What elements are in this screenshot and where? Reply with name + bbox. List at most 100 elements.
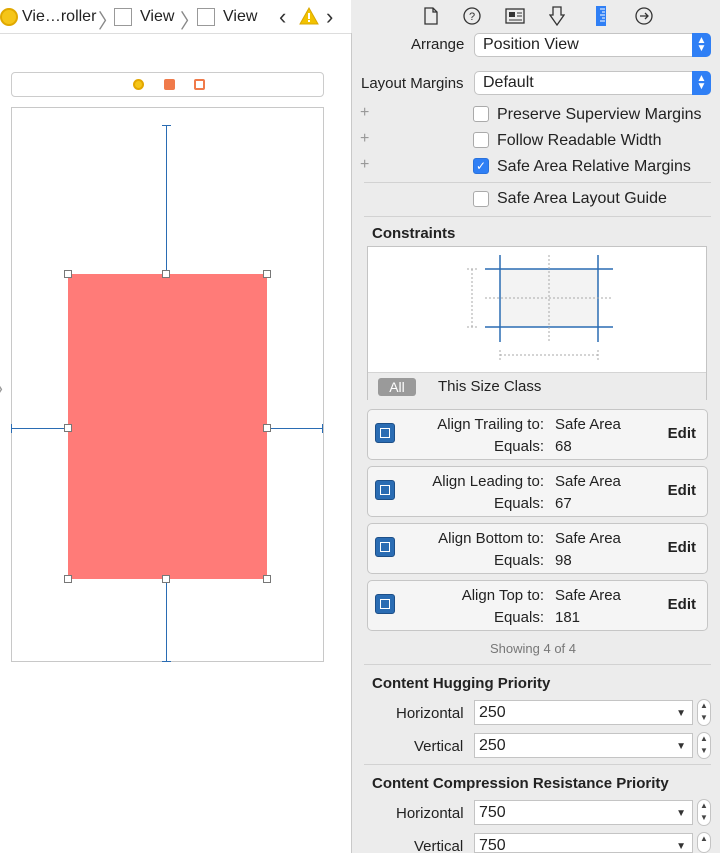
identity-icon[interactable] <box>505 6 525 26</box>
constraint-card-trailing[interactable]: Align Trailing to: Safe Area Equals: 68 … <box>367 409 708 460</box>
first-responder-icon[interactable] <box>164 79 175 90</box>
chevron-down-icon[interactable]: ▼ <box>676 735 686 758</box>
view-controller-icon[interactable] <box>133 79 144 90</box>
jumpbar-item-view-controller[interactable]: Vie…roller <box>0 7 96 27</box>
size-ruler-icon[interactable] <box>591 6 611 26</box>
resize-handle[interactable] <box>64 575 72 583</box>
checkbox-label: Preserve Superview Margins <box>497 106 702 123</box>
divider <box>364 216 711 217</box>
constraint-card-leading[interactable]: Align Leading to: Safe Area Equals: 67 E… <box>367 466 708 517</box>
edit-button[interactable]: Edit <box>668 596 696 613</box>
exit-icon[interactable] <box>194 79 205 90</box>
constraint-card-bottom[interactable]: Align Bottom to: Safe Area Equals: 98 Ed… <box>367 523 708 574</box>
content-hugging-title: Content Hugging Priority <box>372 675 551 692</box>
resize-handle[interactable] <box>263 424 271 432</box>
resize-handle[interactable] <box>263 270 271 278</box>
resize-handle[interactable] <box>64 270 72 278</box>
jumpbar-item-view[interactable]: View <box>114 7 174 27</box>
hugging-vertical-value: 250 <box>479 737 506 754</box>
constraint-target: Safe Area <box>555 416 621 433</box>
edit-button[interactable]: Edit <box>668 425 696 442</box>
constraints-title: Constraints <box>372 225 456 242</box>
hugging-horizontal-field[interactable]: 250 ▼ <box>474 700 693 725</box>
hugging-horizontal-stepper[interactable]: ▲ ▼ <box>697 699 711 726</box>
divider <box>364 664 711 665</box>
checkmark-icon: ✓ <box>475 159 487 173</box>
arrange-popup[interactable]: Position View ▲ ▼ <box>474 33 711 57</box>
align-trailing-icon <box>375 423 395 443</box>
constraint-label: Align Trailing to: <box>437 416 544 433</box>
edit-button[interactable]: Edit <box>668 482 696 499</box>
selected-view[interactable] <box>68 274 267 579</box>
safe-area-relative-margins-checkbox[interactable]: ✓ <box>473 158 489 174</box>
view-icon <box>114 8 132 26</box>
compression-horizontal-stepper[interactable]: ▲ ▼ <box>697 799 711 826</box>
constraint-target: Safe Area <box>555 587 621 604</box>
resize-handle[interactable] <box>162 575 170 583</box>
forward-arrow-icon[interactable]: › <box>326 4 333 30</box>
chevron-updown-icon: ▲ ▼ <box>692 33 711 57</box>
plus-icon[interactable]: + <box>360 130 369 148</box>
svg-text:?: ? <box>469 11 475 23</box>
compression-vertical-stepper[interactable]: ▲ <box>697 832 711 853</box>
jumpbar-label: View <box>140 8 175 25</box>
storyboard-canvas[interactable]: Vie…roller 〉 View 〉 View ‹ › 〉 <box>0 0 351 853</box>
attributes-icon[interactable] <box>547 6 567 26</box>
leading-constraint-line[interactable] <box>11 428 68 429</box>
warning-icon[interactable] <box>299 7 319 25</box>
connections-icon[interactable] <box>634 6 654 26</box>
constraint-label: Align Top to: <box>461 587 544 604</box>
compression-vertical-value: 750 <box>479 837 506 854</box>
showing-count: Showing 4 of 4 <box>490 641 577 656</box>
preserve-superview-margins-checkbox[interactable] <box>473 106 489 122</box>
resize-handle[interactable] <box>162 270 170 278</box>
filter-all-button[interactable]: All <box>378 378 416 396</box>
plus-icon[interactable]: + <box>360 156 369 174</box>
compression-horizontal-value: 750 <box>479 804 506 821</box>
layout-margins-value: Default <box>483 74 534 91</box>
constraint-target: Safe Area <box>555 530 621 547</box>
chevron-down-icon[interactable]: ▼ <box>676 802 686 825</box>
compression-vertical-field[interactable]: 750 ▼ <box>474 833 693 854</box>
resize-handle[interactable] <box>263 575 271 583</box>
follow-readable-width-checkbox[interactable] <box>473 132 489 148</box>
jumpbar-item-view-selected[interactable]: View <box>197 7 257 27</box>
layout-margins-label: Layout Margins <box>361 75 464 92</box>
hugging-vertical-field[interactable]: 250 ▼ <box>474 733 693 758</box>
chevron-updown-icon: ▲ ▼ <box>692 71 711 95</box>
constraint-cap <box>162 661 171 662</box>
bottom-constraint-line[interactable] <box>166 579 167 662</box>
scene-dock <box>11 72 324 97</box>
safe-area-layout-guide-checkbox[interactable] <box>473 191 489 207</box>
compression-horizontal-field[interactable]: 750 ▼ <box>474 800 693 825</box>
hugging-vertical-stepper[interactable]: ▲ ▼ <box>697 732 711 759</box>
divider <box>364 182 711 183</box>
chevron-down-icon[interactable]: ▼ <box>676 702 686 725</box>
constraint-value: 181 <box>555 609 581 626</box>
trailing-constraint-line[interactable] <box>267 428 323 429</box>
compression-horizontal-label: Horizontal <box>396 805 464 822</box>
jump-bar: Vie…roller 〉 View 〉 View ‹ › <box>0 0 351 34</box>
plus-icon[interactable]: + <box>360 104 369 122</box>
constraint-cap <box>11 424 12 433</box>
resize-handle[interactable] <box>64 424 72 432</box>
constraint-value: 68 <box>555 438 572 455</box>
filter-size-class-button[interactable]: This Size Class <box>438 378 541 395</box>
equals-label: Equals: <box>493 495 544 512</box>
equals-label: Equals: <box>493 552 544 569</box>
file-icon[interactable] <box>421 6 441 26</box>
constraint-label: Align Bottom to: <box>438 530 544 547</box>
align-bottom-icon <box>375 537 395 557</box>
edit-button[interactable]: Edit <box>668 539 696 556</box>
layout-margins-popup[interactable]: Default ▲ ▼ <box>474 71 711 95</box>
compression-resistance-title: Content Compression Resistance Priority <box>372 775 669 792</box>
checkbox-label: Safe Area Relative Margins <box>497 158 691 175</box>
constraint-card-top[interactable]: Align Top to: Safe Area Equals: 181 Edit <box>367 580 708 631</box>
top-constraint-line[interactable] <box>166 126 167 274</box>
align-top-icon <box>375 594 395 614</box>
back-arrow-icon[interactable]: ‹ <box>279 4 286 30</box>
arrange-value: Position View <box>483 36 579 53</box>
help-icon[interactable]: ? <box>462 6 482 26</box>
checkbox-label: Safe Area Layout Guide <box>497 190 667 207</box>
chevron-down-icon[interactable]: ▼ <box>676 835 686 858</box>
